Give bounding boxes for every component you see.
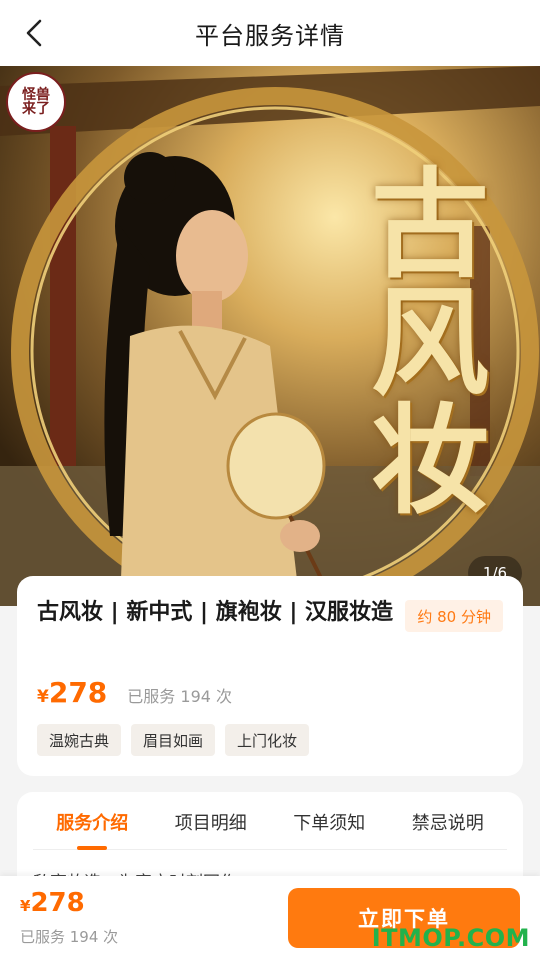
currency-symbol: ¥ bbox=[37, 687, 49, 707]
hero-image-carousel[interactable]: 怪兽来了 古风妆 1/6 bbox=[0, 66, 540, 606]
watermark: ITMOP.COM bbox=[371, 924, 530, 952]
price-row: ¥ 278 已服务 194 次 bbox=[37, 676, 232, 709]
chevron-left-icon[interactable] bbox=[18, 17, 50, 49]
brand-logo: 怪兽来了 bbox=[6, 72, 66, 132]
top-nav: 平台服务详情 bbox=[0, 0, 540, 66]
tab-item-details[interactable]: 项目明细 bbox=[152, 810, 271, 850]
tag-item: 温婉古典 bbox=[37, 724, 122, 756]
tab-taboos[interactable]: 禁忌说明 bbox=[389, 810, 508, 850]
tab-order-notes[interactable]: 下单须知 bbox=[270, 810, 389, 850]
service-info-card: 古风妆 | 新中式 | 旗袍妆 | 汉服妆造 约 80 分钟 ¥ 278 已服务… bbox=[17, 576, 523, 776]
hero-overlay-title: 古风妆 bbox=[370, 155, 489, 530]
bottom-price-value: 278 bbox=[30, 888, 85, 918]
service-price: 278 bbox=[48, 676, 108, 709]
served-count: 已服务 194 次 bbox=[127, 687, 233, 706]
tag-item: 眉目如画 bbox=[131, 724, 216, 756]
tag-item: 上门化妆 bbox=[225, 724, 310, 756]
tag-list: 温婉古典 眉目如画 上门化妆 bbox=[37, 724, 310, 756]
service-name: 古风妆 | 新中式 | 旗袍妆 | 汉服妆造 bbox=[37, 600, 394, 625]
tab-service-intro[interactable]: 服务介绍 bbox=[33, 810, 152, 850]
bottom-served-count: 已服务 194 次 bbox=[20, 928, 119, 946]
page-title: 平台服务详情 bbox=[195, 21, 345, 50]
bottom-price: ¥ 278 bbox=[20, 888, 85, 918]
bottom-currency-symbol: ¥ bbox=[20, 897, 31, 915]
tab-bar: 服务介绍 项目明细 下单须知 禁忌说明 bbox=[33, 810, 507, 850]
duration-badge: 约 80 分钟 bbox=[405, 600, 503, 632]
